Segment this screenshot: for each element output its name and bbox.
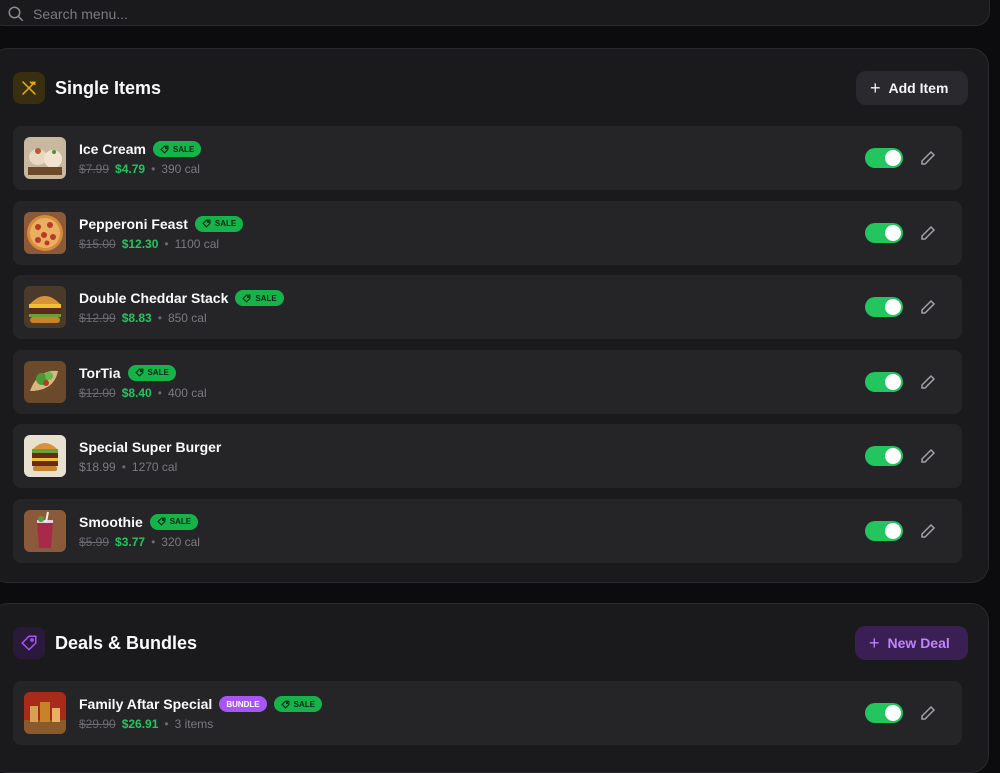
new-deal-button[interactable]: + New Deal: [855, 626, 968, 660]
item-name: Pepperoni Feast: [79, 215, 188, 232]
original-price: $12.99: [79, 311, 116, 325]
item-name: TorTia: [79, 364, 121, 381]
sale-badge: SALE: [235, 290, 284, 306]
sale-price: $8.83: [121, 311, 152, 325]
availability-toggle[interactable]: [865, 222, 903, 243]
search-bar[interactable]: [0, 0, 990, 26]
list-item[interactable]: Double Cheddar Stack SALE $12.99 $8.83 •…: [13, 275, 962, 339]
item-count: 3 items: [174, 717, 214, 731]
sale-price: $12.30: [121, 236, 159, 251]
tag-icon: [157, 517, 166, 526]
deals-list: Family Aftar Special BUNDLE SALE $29.90 …: [13, 681, 962, 756]
deals-header: Deals & Bundles + New Deal: [13, 626, 968, 660]
sale-badge: SALE: [273, 696, 322, 712]
availability-toggle[interactable]: [865, 520, 903, 541]
availability-toggle[interactable]: [865, 148, 903, 168]
list-item[interactable]: TorTia SALE $12.00 $8.40 • 400 cal: [13, 349, 962, 414]
item-name: Special Super Burger: [79, 439, 222, 455]
single-items-list: Ice Cream SALE $7.99 $4.79 • 390 cal Pep…: [13, 126, 962, 573]
tag-icon: [202, 219, 211, 228]
tag-icon: [13, 627, 45, 659]
sale-price: $4.79: [115, 162, 146, 176]
sale-price: $3.77: [115, 534, 146, 549]
single-items-section: Single Items + Add Item Ice Cream SALE $…: [0, 48, 989, 583]
calories: 390 cal: [161, 162, 200, 176]
tag-icon: [242, 294, 251, 303]
super-burger-photo: [24, 435, 66, 477]
utensils-icon: [13, 72, 45, 104]
calories: 1270 cal: [131, 460, 178, 474]
list-item[interactable]: Smoothie SALE $5.99 $3.77 • 320 cal: [13, 498, 962, 563]
bundle-badge: BUNDLE: [219, 696, 267, 712]
original-price: $5.99: [79, 534, 110, 549]
wrap-photo: [24, 360, 66, 403]
add-item-button[interactable]: + Add Item: [856, 71, 968, 105]
calories: 320 cal: [161, 534, 200, 549]
item-name: Ice Cream: [79, 141, 146, 157]
availability-toggle[interactable]: [865, 703, 903, 723]
pizza-photo: [24, 211, 66, 254]
list-item[interactable]: Pepperoni Feast SALE $15.00 $12.30 • 110…: [13, 200, 962, 265]
calories: 400 cal: [167, 385, 207, 400]
original-price: $15.00: [79, 236, 116, 251]
smoothie-photo: [24, 509, 66, 552]
tag-icon: [160, 145, 169, 154]
sale-badge: SALE: [127, 364, 176, 381]
pencil-icon[interactable]: [919, 224, 937, 242]
new-deal-label: New Deal: [887, 635, 950, 651]
sale-price: $8.40: [121, 385, 152, 400]
list-item[interactable]: Special Super Burger $18.99 • 1270 cal: [13, 424, 962, 488]
plus-icon: +: [869, 632, 880, 653]
sale-badge: SALE: [149, 513, 199, 530]
price: $18.99: [79, 460, 116, 474]
original-price: $29.90: [79, 717, 116, 731]
availability-toggle[interactable]: [865, 446, 903, 466]
search-input[interactable]: [33, 6, 433, 22]
original-price: $7.99: [79, 162, 110, 176]
availability-toggle[interactable]: [865, 371, 903, 392]
family-meal-photo: [24, 692, 66, 734]
pencil-icon[interactable]: [919, 298, 937, 316]
item-name: Double Cheddar Stack: [79, 290, 229, 306]
pencil-icon[interactable]: [919, 704, 937, 722]
sale-badge: SALE: [194, 215, 244, 232]
original-price: $12.00: [79, 385, 116, 400]
item-name: Family Aftar Special: [79, 696, 213, 712]
item-name: Smoothie: [79, 513, 143, 530]
tag-icon: [280, 700, 290, 709]
burger-photo: [24, 286, 66, 328]
pencil-icon[interactable]: [919, 447, 937, 465]
tag-icon: [134, 368, 143, 377]
single-items-title: Single Items: [55, 77, 162, 98]
list-item[interactable]: Ice Cream SALE $7.99 $4.79 • 390 cal: [13, 126, 962, 190]
list-item[interactable]: Family Aftar Special BUNDLE SALE $29.90 …: [13, 681, 962, 745]
ice-cream-photo: [24, 137, 66, 179]
pencil-icon[interactable]: [919, 522, 937, 540]
search-icon: [8, 6, 24, 22]
sale-price: $26.91: [121, 717, 159, 731]
calories: 850 cal: [167, 311, 207, 325]
pencil-icon[interactable]: [919, 149, 937, 167]
add-item-label: Add Item: [888, 80, 949, 96]
single-items-header: Single Items + Add Item: [13, 71, 968, 105]
sale-badge: SALE: [152, 141, 202, 157]
calories: 1100 cal: [174, 236, 220, 251]
deals-section: Deals & Bundles + New Deal Family Aftar …: [0, 603, 989, 773]
pencil-icon[interactable]: [919, 373, 937, 391]
deals-title: Deals & Bundles: [55, 632, 198, 653]
availability-toggle[interactable]: [865, 297, 903, 317]
plus-icon: +: [870, 77, 881, 98]
